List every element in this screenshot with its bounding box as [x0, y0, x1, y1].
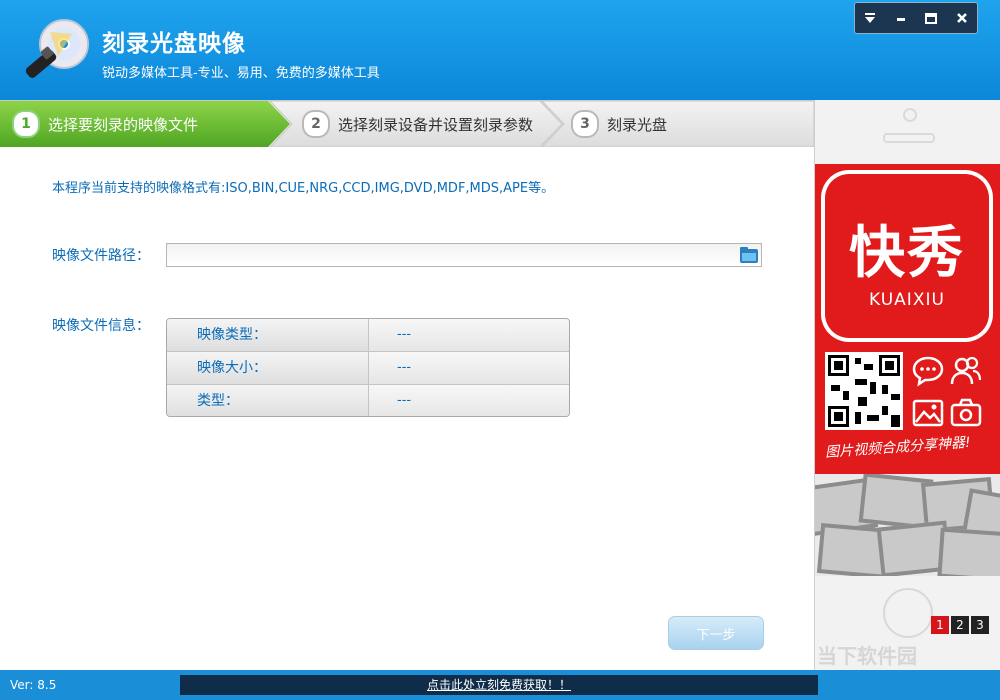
main-panel: 本程序当前支持的映像格式有:ISO,BIN,CUE,NRG,CCD,IMG,DV…: [0, 147, 814, 670]
browse-folder-icon[interactable]: [739, 246, 759, 264]
disc-burner-logo-icon: [25, 19, 89, 78]
status-bar: Ver: 8.5 点击此处立刻免费获取！！: [0, 670, 1000, 700]
ad-page-1[interactable]: 1: [931, 616, 949, 634]
image-icon: [912, 399, 944, 427]
step-3-label: 刻录光盘: [607, 115, 668, 134]
info-value-type: ---: [369, 319, 569, 351]
phone-home-button-icon: [883, 588, 933, 638]
close-icon[interactable]: [947, 3, 978, 33]
step-1[interactable]: 1 选择要刻录的映像文件: [12, 101, 198, 147]
phone-speaker-icon: [883, 133, 935, 143]
version-label: Ver: 8.5: [10, 678, 57, 692]
minimize-icon[interactable]: [886, 3, 917, 33]
qr-code-icon: [825, 352, 903, 430]
maximize-icon[interactable]: [916, 3, 947, 33]
image-info-label: 映像文件信息：: [52, 318, 150, 334]
users-icon: [950, 356, 982, 385]
supported-formats-text: 本程序当前支持的映像格式有:ISO,BIN,CUE,NRG,CCD,IMG,DV…: [52, 181, 555, 196]
ad-pager: 1 2 3: [929, 616, 989, 634]
info-value-size: ---: [369, 352, 569, 384]
ad-slogan: 图片视频合成分享神器!: [824, 434, 972, 461]
image-path-field: [166, 243, 762, 267]
info-key-size: 映像大小：: [167, 352, 369, 384]
info-key-type: 映像类型：: [167, 319, 369, 351]
window-controls: [854, 2, 978, 34]
ad-brand-en: KUAIXIU: [869, 290, 945, 310]
chat-bubble-icon: [912, 356, 944, 387]
image-info-table: 映像类型： --- 映像大小： --- 类型： ---: [166, 318, 570, 417]
camera-icon: [950, 398, 982, 427]
step-2-label: 选择刻录设备并设置刻录参数: [338, 115, 534, 134]
free-download-link[interactable]: 点击此处立刻免费获取！！: [180, 675, 818, 695]
watermark-text: 当下软件园: [817, 644, 917, 668]
ad-brand-cn: 快秀: [849, 221, 965, 286]
step-1-number: 1: [12, 110, 40, 138]
kuaixiu-logo: 快秀 KUAIXIU: [821, 170, 993, 342]
image-path-input[interactable]: [167, 244, 739, 267]
step-2-number: 2: [302, 110, 330, 138]
ad-banner[interactable]: 快秀 KUAIXIU 图片视频合成分享神器!: [815, 164, 1000, 576]
ad-page-3[interactable]: 3: [971, 616, 989, 634]
step-1-label: 选择要刻录的映像文件: [48, 115, 199, 134]
app-title: 刻录光盘映像: [102, 31, 246, 57]
title-bar: 刻录光盘映像 锐动多媒体工具-专业、易用、免费的多媒体工具: [0, 0, 1000, 100]
step-navigation: 1 选择要刻录的映像文件 2 选择刻录设备并设置刻录参数 3 刻录光盘: [0, 100, 814, 148]
photo-collage: [815, 474, 1000, 576]
step-3[interactable]: 3 刻录光盘: [571, 101, 667, 147]
info-value-kind: ---: [369, 385, 569, 416]
next-step-button[interactable]: 下一步: [668, 616, 764, 650]
info-key-kind: 类型：: [167, 385, 369, 416]
image-path-label: 映像文件路径：: [52, 248, 150, 264]
table-row: 类型： ---: [167, 385, 569, 416]
menu-icon[interactable]: [855, 3, 886, 33]
step-3-number: 3: [571, 110, 599, 138]
table-row: 映像大小： ---: [167, 352, 569, 385]
step-2[interactable]: 2 选择刻录设备并设置刻录参数: [302, 101, 533, 147]
table-row: 映像类型： ---: [167, 319, 569, 352]
app-subtitle: 锐动多媒体工具-专业、易用、免费的多媒体工具: [102, 66, 380, 81]
ad-panel[interactable]: 快秀 KUAIXIU 图片视频合成分享神器! 1 2 3 当下软件园: [814, 100, 1000, 670]
watermark-logo: 当下软件园: [817, 640, 917, 669]
phone-camera-icon: [903, 108, 917, 122]
ad-page-2[interactable]: 2: [951, 616, 969, 634]
